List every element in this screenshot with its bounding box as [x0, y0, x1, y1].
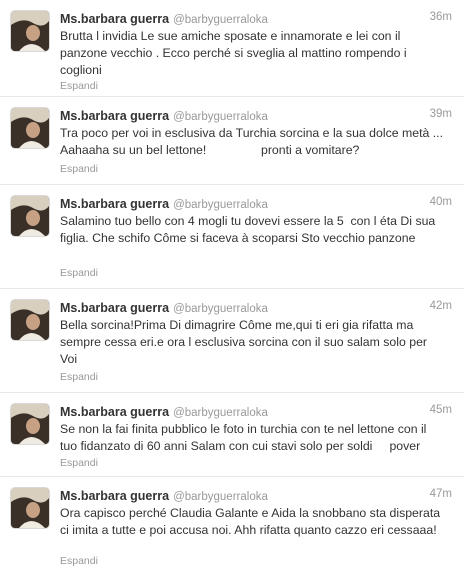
user-name[interactable]: Ms.barbara guerra [60, 405, 169, 419]
user-name[interactable]: Ms.barbara guerra [60, 489, 169, 503]
expand-link[interactable]: Espandi [60, 371, 98, 383]
user-handle[interactable]: @barbyguerraloka [173, 407, 268, 419]
tweet-header: Ms.barbara guerra @barbyguerraloka 36m [60, 10, 452, 26]
tweet-text: Tra poco per voi in esclusiva da Turchia… [60, 126, 446, 157]
tweet-text: Bella sorcina!Prima Di dimagrire Côme me… [60, 318, 431, 366]
tweet-text: Se non la fai finita pubblico le foto in… [60, 422, 430, 453]
user-name[interactable]: Ms.barbara guerra [60, 12, 169, 26]
tweet-header: Ms.barbara guerra @barbyguerraloka 39m [60, 107, 452, 123]
user-handle[interactable]: @barbyguerraloka [173, 303, 268, 315]
tweet-text: Ora capisco perché Claudia Galante e Aid… [60, 506, 444, 537]
tweet[interactable]: Ms.barbara guerra @barbyguerraloka 36m Br… [0, 0, 464, 96]
timestamp[interactable]: 39m [430, 108, 452, 120]
expand-link[interactable]: Espandi [60, 267, 98, 279]
tweet-feed: Ms.barbara guerra @barbyguerraloka 36m Br… [0, 0, 464, 568]
avatar[interactable] [10, 487, 50, 529]
user-name[interactable]: Ms.barbara guerra [60, 197, 169, 211]
tweet-header: Ms.barbara guerra @barbyguerraloka 47m [60, 487, 452, 503]
user-name[interactable]: Ms.barbara guerra [60, 109, 169, 123]
avatar[interactable] [10, 299, 50, 341]
tweet-text: Salamino tuo bello con 4 mogli tu dovevi… [60, 214, 439, 245]
timestamp[interactable]: 40m [430, 196, 452, 208]
user-name[interactable]: Ms.barbara guerra [60, 301, 169, 315]
tweet[interactable]: Ms.barbara guerra @barbyguerraloka 45m Se… [0, 392, 464, 476]
user-handle[interactable]: @barbyguerraloka [173, 111, 268, 123]
tweet[interactable]: Ms.barbara guerra @barbyguerraloka 39m Tr… [0, 96, 464, 184]
tweet-text: Brutta l invidia Le sue amiche sposate e… [60, 29, 410, 77]
user-handle[interactable]: @barbyguerraloka [173, 199, 268, 211]
avatar[interactable] [10, 107, 50, 149]
user-handle[interactable]: @barbyguerraloka [173, 14, 268, 26]
tweet[interactable]: Ms.barbara guerra @barbyguerraloka 42m Be… [0, 288, 464, 392]
tweet-header: Ms.barbara guerra @barbyguerraloka 42m [60, 299, 452, 315]
expand-link[interactable]: Espandi [60, 555, 98, 567]
tweet-header: Ms.barbara guerra @barbyguerraloka 40m [60, 195, 452, 211]
tweet[interactable]: Ms.barbara guerra @barbyguerraloka 40m Sa… [0, 184, 464, 288]
tweet-header: Ms.barbara guerra @barbyguerraloka 45m [60, 403, 452, 419]
expand-link[interactable]: Espandi [60, 457, 98, 469]
expand-link[interactable]: Espandi [60, 163, 98, 175]
timestamp[interactable]: 45m [430, 404, 452, 416]
avatar[interactable] [10, 10, 50, 52]
user-handle[interactable]: @barbyguerraloka [173, 491, 268, 503]
timestamp[interactable]: 47m [430, 488, 452, 500]
expand-link[interactable]: Espandi [60, 80, 98, 92]
timestamp[interactable]: 36m [430, 11, 452, 23]
timestamp[interactable]: 42m [430, 300, 452, 312]
avatar[interactable] [10, 403, 50, 445]
tweet[interactable]: Ms.barbara guerra @barbyguerraloka 47m Or… [0, 476, 464, 568]
avatar[interactable] [10, 195, 50, 237]
